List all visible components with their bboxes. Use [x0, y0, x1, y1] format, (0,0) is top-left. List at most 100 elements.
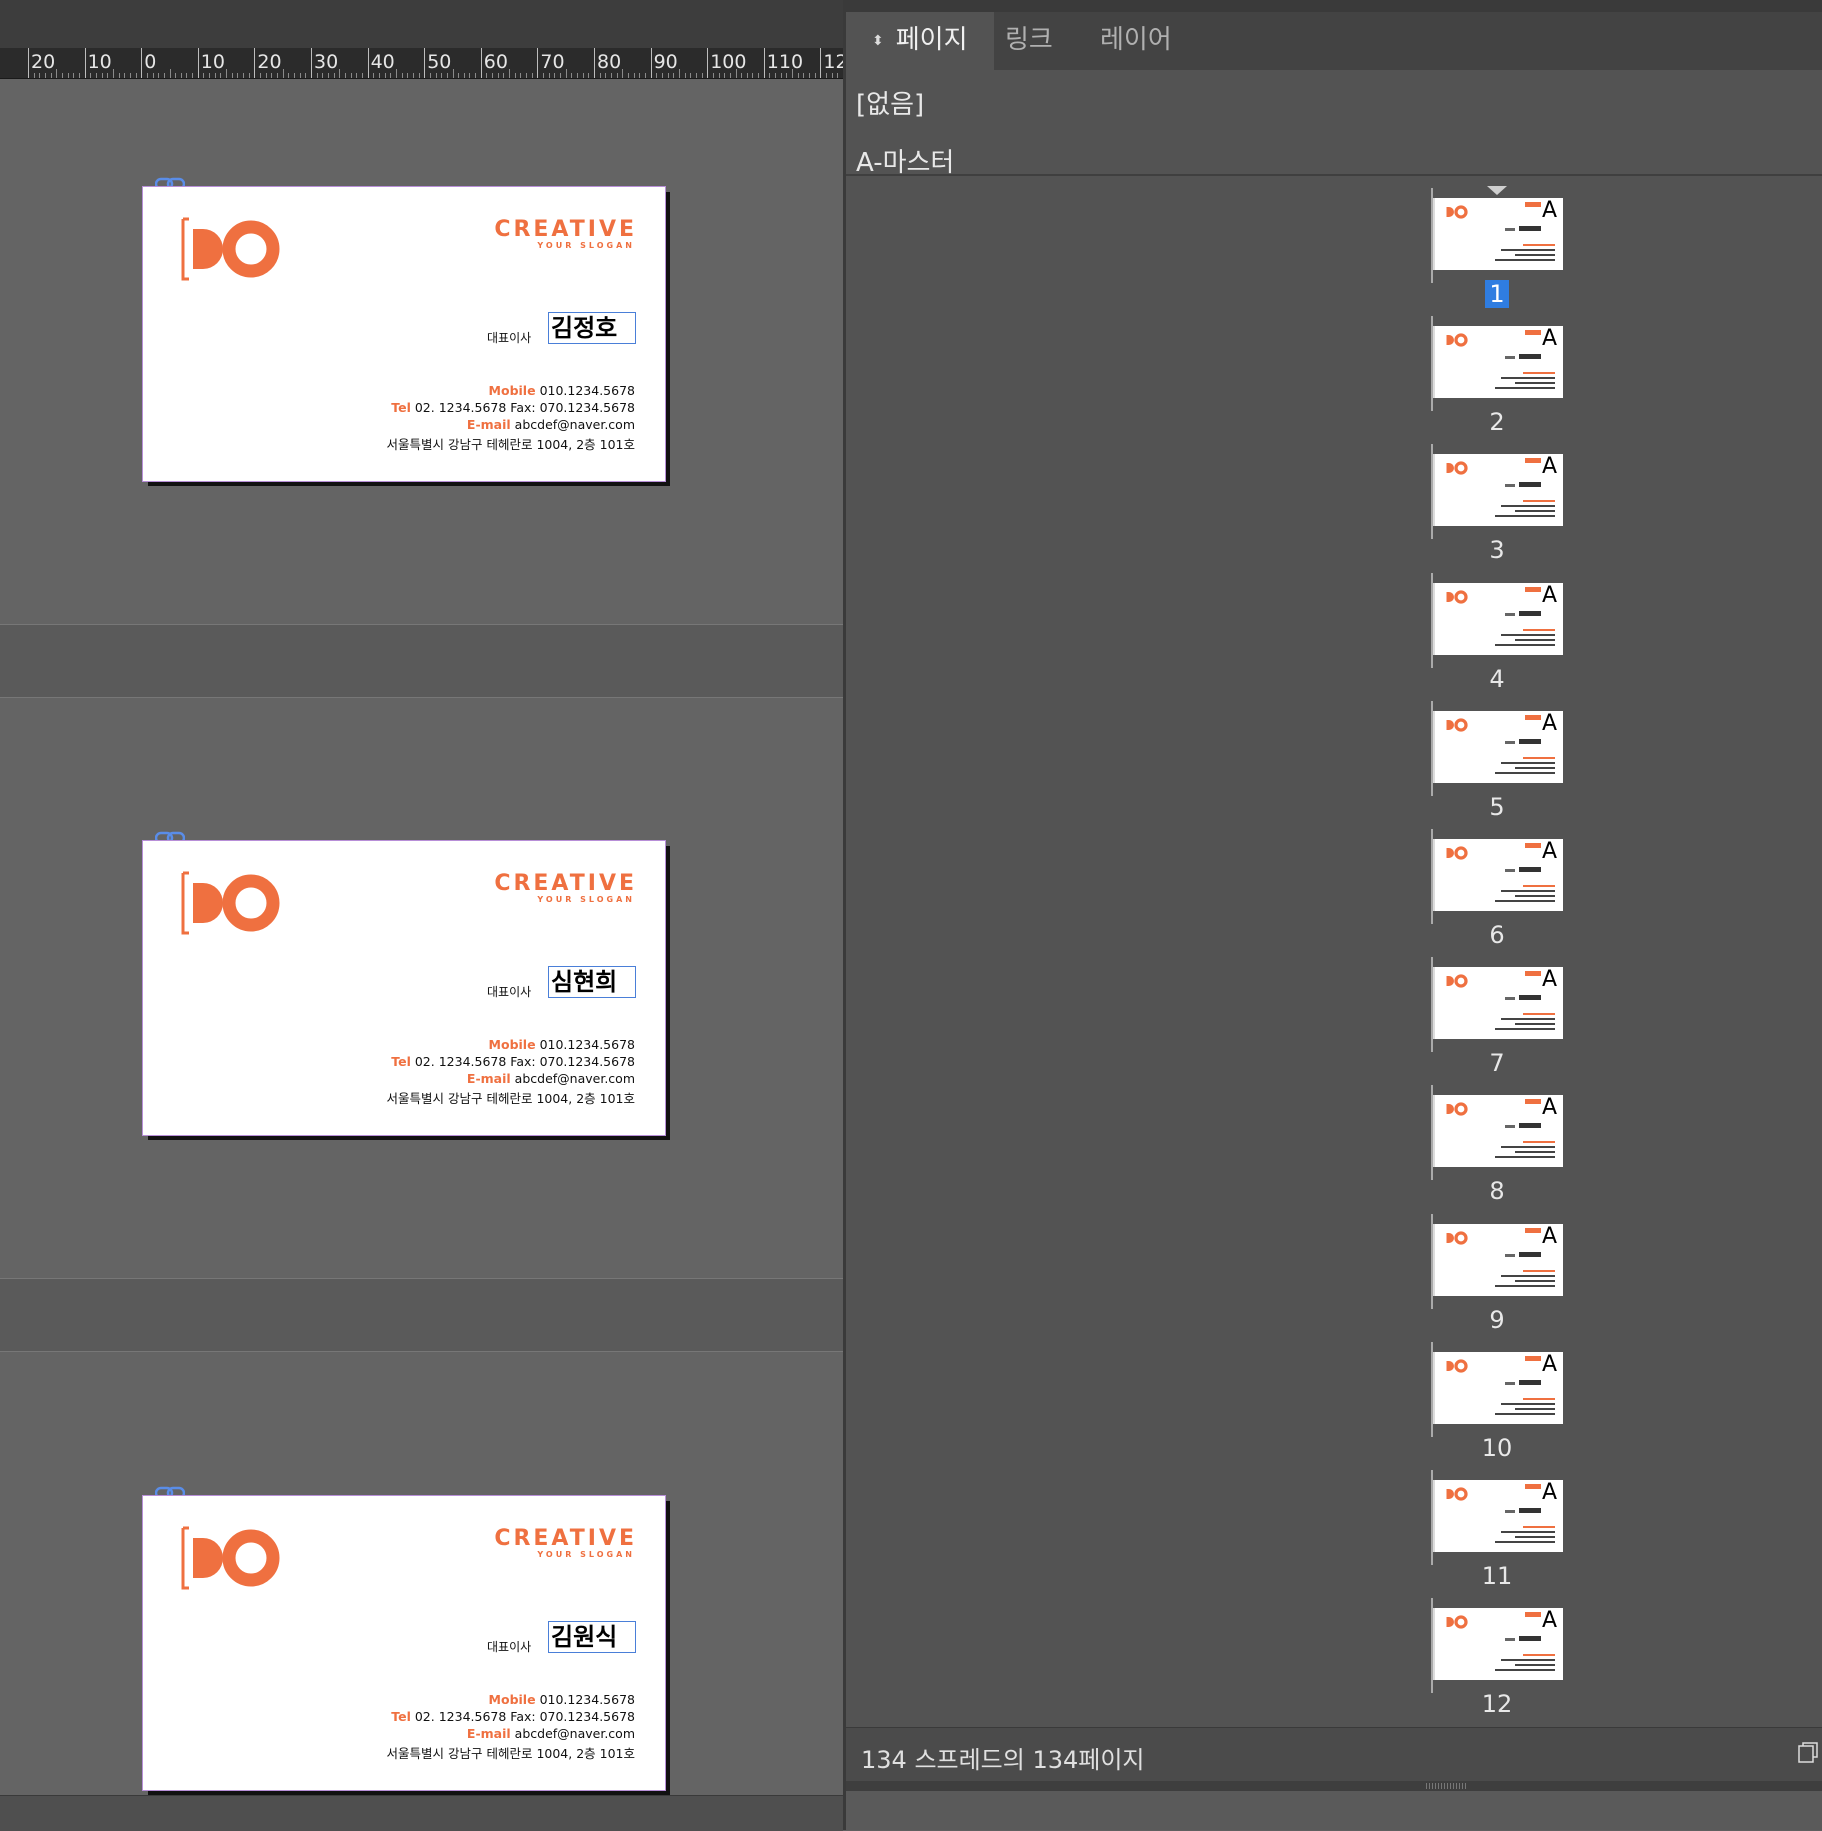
page-number[interactable]: 6 [1433, 921, 1561, 949]
document-canvas[interactable]: 20 10 0 10 20 30 40 50 60 70 80 90 100 110 12 CREATIVE… [0, 0, 873, 1831]
person-name-frame[interactable]: 김원식 [548, 1621, 636, 1653]
ruler-minor-tick [446, 73, 448, 78]
page-thumbnail-item[interactable]: A2 [1431, 316, 1563, 446]
page-thumbnail[interactable]: A [1433, 582, 1563, 655]
page-thumbnail[interactable]: A [1433, 326, 1563, 399]
page-thumbnail[interactable]: A [1433, 198, 1563, 270]
page-thumbnail[interactable]: A [1433, 1223, 1563, 1296]
page-thumbnail-item[interactable]: A7 [1431, 957, 1563, 1087]
thumbnail-name [1519, 610, 1541, 616]
page-thumbnail[interactable]: A [1433, 710, 1563, 783]
thumbnail-text-line [1523, 756, 1555, 759]
thumbnail-logo [1446, 1615, 1468, 1629]
ruler-minor-tick [384, 73, 386, 78]
page-number[interactable]: 10 [1433, 1434, 1561, 1462]
page-number[interactable]: 9 [1433, 1306, 1561, 1334]
thumbnail-wordmark [1525, 202, 1541, 207]
ruler-minor-tick [752, 73, 754, 78]
page-thumbnail-item[interactable]: A 11 [1431, 1470, 1563, 1600]
thumbnail-text-line [1523, 1654, 1555, 1657]
page-thumbnail-item[interactable]: A 12 [1431, 1598, 1563, 1728]
ruler-minor-tick [599, 73, 601, 78]
thumbnail-logo [1446, 461, 1468, 476]
tel-line: Tel 02. 1234.5678 Fax: 070.1234.5678 [391, 1709, 635, 1724]
tel-line: Tel 02. 1234.5678 Fax: 070.1234.5678 [391, 400, 635, 415]
ruler-minor-tick [758, 73, 760, 78]
page-thumbnail[interactable]: A [1433, 454, 1563, 527]
job-title: 대표이사 [487, 331, 532, 345]
page-number[interactable]: 1 [1433, 280, 1561, 308]
ruler-minor-tick [271, 73, 273, 78]
page-thumbnail-item[interactable]: A 10 [1431, 1341, 1563, 1472]
thumbnail-text-line [1515, 1279, 1555, 1282]
horizontal-ruler[interactable]: 20 10 0 10 20 30 40 50 60 70 80 90 100 110 12 [0, 48, 873, 79]
page-number[interactable]: 3 [1433, 536, 1561, 564]
ruler-area: 20 10 0 10 20 30 40 50 60 70 80 90 100 110 12 [0, 0, 873, 79]
business-card-page[interactable]: CREATIVE YOUR SLOGAN 대표이사 김정호 Mobile 010… [142, 186, 666, 482]
ruler-minor-tick [492, 73, 494, 78]
thumbnail-text-line [1495, 1412, 1555, 1415]
page-number[interactable]: 7 [1433, 1049, 1561, 1077]
ruler-minor-tick [667, 73, 669, 78]
ruler-minor-tick [169, 69, 171, 78]
master-none[interactable]: [없음] [856, 84, 924, 121]
ruler-minor-tick [684, 73, 686, 78]
page-thumbnail-item[interactable]: A8 [1431, 1085, 1563, 1215]
page-number[interactable]: 5 [1433, 793, 1561, 821]
thumbnail-text-line [1523, 244, 1555, 246]
page-thumbnail[interactable]: A [1433, 1480, 1563, 1552]
sort-icon: ⬍ [872, 32, 884, 49]
ruler-minor-tick [294, 73, 296, 78]
panel-divider[interactable] [846, 174, 1822, 176]
thumbnail-text-line [1501, 377, 1555, 380]
tab-links[interactable]: 링크 [979, 12, 1079, 70]
new-page-icon[interactable] [1797, 1742, 1819, 1764]
page-thumbnail-item[interactable]: A4 [1431, 572, 1563, 703]
page-number[interactable]: 11 [1433, 1562, 1561, 1590]
thumbnail-name [1519, 738, 1541, 744]
page-thumbnail-item[interactable]: A6 [1431, 829, 1563, 959]
tab-pages[interactable]: ⬍ 페이지 [846, 12, 994, 70]
page-number[interactable]: 8 [1433, 1177, 1561, 1205]
ruler-minor-tick [554, 73, 556, 78]
page-thumbnail-item[interactable]: A5 [1431, 700, 1563, 831]
thumbnail-text-line [1501, 1659, 1555, 1662]
panel-resize-grip[interactable] [846, 1781, 1822, 1791]
page-thumbnail[interactable]: A [1433, 967, 1563, 1040]
thumbnail-text-line [1495, 900, 1555, 902]
page-thumbnail[interactable]: A [1433, 839, 1563, 911]
ruler-minor-tick [673, 73, 675, 78]
ruler-minor-tick [243, 73, 245, 78]
page-number-label: 10 [1481, 1433, 1513, 1462]
tab-layers[interactable]: 레이어 [1074, 12, 1198, 70]
thumbnail-text-line [1501, 1146, 1555, 1149]
ruler-label: 100 [710, 51, 747, 73]
ruler-minor-tick [616, 73, 618, 78]
page-thumbnail-item[interactable]: A3 [1431, 444, 1563, 574]
business-card-page[interactable]: CREATIVE YOUR SLOGAN 대표이사 심현희 Mobile 010… [142, 840, 666, 1136]
page-thumbnail[interactable]: A [1433, 1095, 1563, 1168]
business-card-page[interactable]: CREATIVE YOUR SLOGAN 대표이사 김원식 Mobile 010… [142, 1495, 666, 1791]
ruler-major-tick [367, 48, 369, 78]
ruler-minor-tick [475, 73, 477, 78]
panel-title-bar[interactable] [846, 0, 1822, 12]
page-thumbnail-item[interactable]: A9 [1431, 1213, 1563, 1344]
page-number[interactable]: 12 [1433, 1690, 1561, 1718]
page-thumbnail-item[interactable]: A1 [1431, 188, 1563, 318]
person-name-frame[interactable]: 김정호 [548, 312, 636, 344]
page-number[interactable]: 4 [1433, 665, 1561, 693]
ruler-minor-tick [361, 73, 363, 78]
person-name-frame[interactable]: 심현희 [548, 966, 636, 998]
ruler-label: 70 [540, 51, 565, 73]
address-line: 서울특별시 강남구 테헤란로 1004, 2층 101호 [386, 437, 635, 452]
page-number[interactable]: 2 [1433, 408, 1561, 436]
master-prefix-label: A [1541, 1351, 1557, 1377]
page-number-label: 11 [1481, 1562, 1513, 1590]
panel-tabs: ⬍ 페이지 링크 레이어 [846, 12, 1822, 70]
page-thumbnail[interactable]: A [1433, 1608, 1563, 1681]
thumbnail-wordmark [1525, 1612, 1541, 1618]
ruler-minor-tick [350, 73, 352, 78]
ruler-minor-tick [260, 73, 262, 78]
page-thumbnail[interactable]: A [1433, 1351, 1563, 1424]
brand-wordmark: CREATIVE [494, 1526, 637, 1551]
